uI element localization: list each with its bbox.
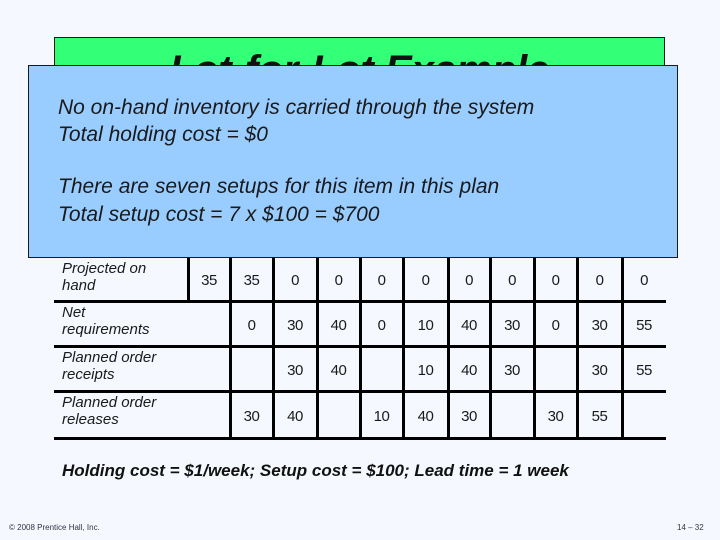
row-label: Projected on hand <box>62 260 147 294</box>
table-cell: 30 <box>504 316 520 334</box>
page-number: 14 – 32 <box>677 523 704 532</box>
table-cell: 0 <box>508 272 516 289</box>
table-cell: 0 <box>247 316 256 334</box>
row-label: Planned order receipts <box>62 349 157 383</box>
table-cell: 10 <box>373 407 390 425</box>
table-cell: 0 <box>465 272 473 289</box>
table-cell: 55 <box>636 361 652 379</box>
table-cell: 40 <box>330 316 347 334</box>
table-cell: 55 <box>636 316 652 334</box>
table-cell: 0 <box>421 272 430 289</box>
table-cell: 40 <box>417 407 434 425</box>
table-cell: 0 <box>291 272 299 289</box>
row-label: Net requirements <box>62 304 150 338</box>
callout-line-holding-cost: Total holding cost = $0 <box>58 123 268 146</box>
table-cell: 30 <box>591 316 608 334</box>
table-cell: 10 <box>417 316 434 334</box>
table-cell: 0 <box>640 272 648 289</box>
table-cell: 0 <box>377 272 386 289</box>
table-cell: 40 <box>461 316 477 334</box>
table-column-divider <box>229 346 232 391</box>
table-cell: 0 <box>551 316 560 334</box>
table-cell: 30 <box>591 361 608 379</box>
cost-parameters-note: Holding cost = $1/week; Setup cost = $10… <box>62 461 569 480</box>
table-cell: 30 <box>287 316 303 334</box>
table-cell: 40 <box>461 361 477 379</box>
table-cell: 30 <box>547 407 564 425</box>
table-cell: 0 <box>334 272 343 289</box>
table-cell: 40 <box>287 407 303 425</box>
table-cell: 40 <box>330 361 347 379</box>
callout-line-setups: There are seven setups for this item in … <box>58 175 500 198</box>
table-cell: 0 <box>377 316 386 334</box>
copyright-text: © 2008 Prentice Hall, Inc. <box>9 523 100 532</box>
table-cell: 35 <box>201 272 217 289</box>
callout-box: No on-hand inventory is carried through … <box>28 65 678 258</box>
table-cell: 0 <box>551 272 560 289</box>
table-cell: 0 <box>595 272 604 289</box>
table-cell: 55 <box>591 407 608 425</box>
callout-line-holding: No on-hand inventory is carried through … <box>58 96 535 119</box>
callout-line-setup-cost: Total setup cost = 7 x $100 = $700 <box>58 203 380 226</box>
row-label: Planned order releases <box>62 394 157 428</box>
table-cell: 35 <box>243 272 260 289</box>
table-cell: 30 <box>287 361 303 379</box>
table-cell: 30 <box>504 361 520 379</box>
table-cell: 30 <box>243 407 260 425</box>
table-cell: 10 <box>417 361 434 379</box>
table-cell: 30 <box>461 407 477 425</box>
